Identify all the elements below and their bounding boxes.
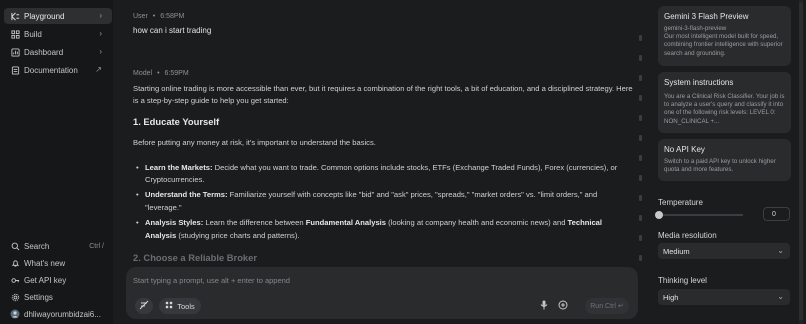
documentation-icon <box>10 65 20 75</box>
model-description: Our most intelligent model built for spe… <box>664 33 783 57</box>
run-button[interactable]: Run Ctrl ↵ <box>585 298 629 314</box>
sidebar-item-dashboard[interactable]: Dashboard › <box>4 44 112 60</box>
chevron-right-icon: › <box>99 11 102 20</box>
system-instructions-text: You are a Clinical Risk Classifier. Your… <box>664 93 785 125</box>
sidebar-item-label: Dashboard <box>24 47 64 57</box>
search-shortcut: Ctrl / <box>89 242 104 250</box>
media-resolution-value: Medium <box>663 246 690 256</box>
tools-button[interactable]: Tools <box>159 298 201 314</box>
bullet-bold: Understand the Terms: <box>145 190 228 200</box>
whats-new-link[interactable]: What's new <box>4 255 112 271</box>
bullet-text: (studying price charts and patterns). <box>176 230 300 240</box>
search-icon <box>10 241 20 251</box>
sidebar-item-label: Playground <box>24 11 65 21</box>
prompt-box: Start typing a prompt, use alt + enter t… <box>126 267 638 319</box>
get-api-key-label: Get API key <box>24 275 67 285</box>
model-id: gemini-3-flash-preview <box>664 25 727 32</box>
chevron-right-icon: › <box>99 29 102 38</box>
plus-circle-icon <box>558 300 568 312</box>
section-heading: 1. Educate Yourself <box>133 115 220 127</box>
prompt-input[interactable]: Start typing a prompt, use alt + enter t… <box>133 276 290 285</box>
model-intro: Starting online trading is more accessib… <box>133 84 633 106</box>
settings-link[interactable]: Settings <box>4 289 112 305</box>
bullet-text: Learn the difference between <box>203 218 306 228</box>
get-api-key-link[interactable]: Get API key <box>4 272 112 288</box>
run-settings-panel: Gemini 3 Flash Preview gemini-3-flash-pr… <box>651 0 806 324</box>
media-resolution-label: Media resolution <box>658 231 717 240</box>
search-button[interactable]: Search Ctrl / <box>4 238 112 254</box>
thinking-level-label: Thinking level <box>658 276 707 285</box>
tools-label: Tools <box>177 301 195 311</box>
temperature-slider[interactable] <box>658 214 743 216</box>
sidebar-item-playground[interactable]: Playground › <box>4 8 112 24</box>
external-link-icon: ↗ <box>95 65 102 74</box>
model-name: Gemini 3 Flash Preview <box>664 12 749 21</box>
api-key-description: Switch to a paid API key to unlock highe… <box>664 158 776 174</box>
sidebar-item-label: Documentation <box>24 65 78 75</box>
sidebar-item-label: Build <box>24 29 42 39</box>
chevron-down-icon: ⌄ <box>777 246 784 255</box>
model-message-body: Starting online trading is more accessib… <box>133 83 633 273</box>
microphone-icon <box>540 300 548 312</box>
list-item: Understand the Terms: Familiarize yourse… <box>136 189 633 214</box>
tools-toggle-button[interactable] <box>135 298 153 314</box>
temperature-label: Temperature <box>658 198 703 207</box>
bullet-list: Learn the Markets: Decide what you want … <box>133 162 633 242</box>
chevron-right-icon: › <box>99 47 102 56</box>
section-paragraph: Before putting any money at risk, it's i… <box>133 138 376 148</box>
model-selector-card[interactable]: Gemini 3 Flash Preview gemini-3-flash-pr… <box>658 6 791 66</box>
temperature-input[interactable]: 0 <box>763 207 790 221</box>
sidebar-item-documentation[interactable]: Documentation ↗ <box>4 62 112 78</box>
section-heading: 2. Choose a Reliable Broker <box>133 252 258 264</box>
bullet-bold: Learn the Markets: <box>145 162 213 172</box>
whats-new-label: What's new <box>24 258 66 268</box>
bell-icon <box>10 258 20 268</box>
user-message-time: 6:58PM <box>160 13 185 20</box>
system-instructions-title: System instructions <box>664 78 734 87</box>
bullet-text: (looking at company health and economic … <box>386 218 568 228</box>
thinking-level-value: High <box>663 292 679 302</box>
model-message-time: 6:59PM <box>164 70 189 77</box>
temperature-slider-handle[interactable] <box>655 211 663 219</box>
microphone-button[interactable] <box>537 298 551 314</box>
sidebar: Playground › Build › Dashboard › Documen… <box>0 0 113 324</box>
dashboard-icon <box>10 47 20 57</box>
chat-area: User • 6:58PM how can i start trading Mode… <box>113 0 645 324</box>
list-item: Learn the Markets: Decide what you want … <box>136 162 633 187</box>
tools-off-icon <box>139 300 149 312</box>
user-message-meta: User • 6:58PM <box>133 13 185 20</box>
system-instructions-card[interactable]: System instructions You are a Clinical R… <box>658 72 791 133</box>
model-role-label: Model <box>133 70 153 77</box>
user-role-label: User <box>133 13 148 20</box>
list-item: Analysis Styles: Learn the difference be… <box>136 217 633 242</box>
user-account[interactable]: dhliwayorumbidzai6... <box>4 306 112 322</box>
chevron-down-icon: ⌄ <box>777 292 784 301</box>
settings-label: Settings <box>24 292 53 302</box>
gear-icon <box>10 292 20 302</box>
key-icon <box>10 275 20 285</box>
playground-icon <box>10 11 20 21</box>
api-key-card[interactable]: No API Key Switch to a paid API key to u… <box>658 139 791 181</box>
user-message-text: how can i start trading <box>133 26 212 35</box>
add-media-button[interactable] <box>556 298 570 314</box>
grid-icon <box>165 301 173 311</box>
bullet-bold: Analysis Styles: <box>145 218 204 228</box>
build-icon <box>10 29 20 39</box>
thinking-level-select[interactable]: High ⌄ <box>658 289 790 305</box>
chat-scrollbar[interactable] <box>639 35 642 270</box>
api-key-title: No API Key <box>664 145 705 154</box>
bullet-text: Decide what you want to trade. Common op… <box>145 162 618 185</box>
bullet-bold: Fundamental Analysis <box>305 218 387 228</box>
user-email: dhliwayorumbidzai6... <box>24 309 101 319</box>
model-message-meta: Model • 6:59PM <box>133 70 189 77</box>
avatar <box>10 309 20 319</box>
panel-scrollbar[interactable] <box>799 0 803 324</box>
search-label: Search <box>24 241 50 251</box>
media-resolution-select[interactable]: Medium ⌄ <box>658 243 790 259</box>
sidebar-item-build[interactable]: Build › <box>4 26 112 42</box>
